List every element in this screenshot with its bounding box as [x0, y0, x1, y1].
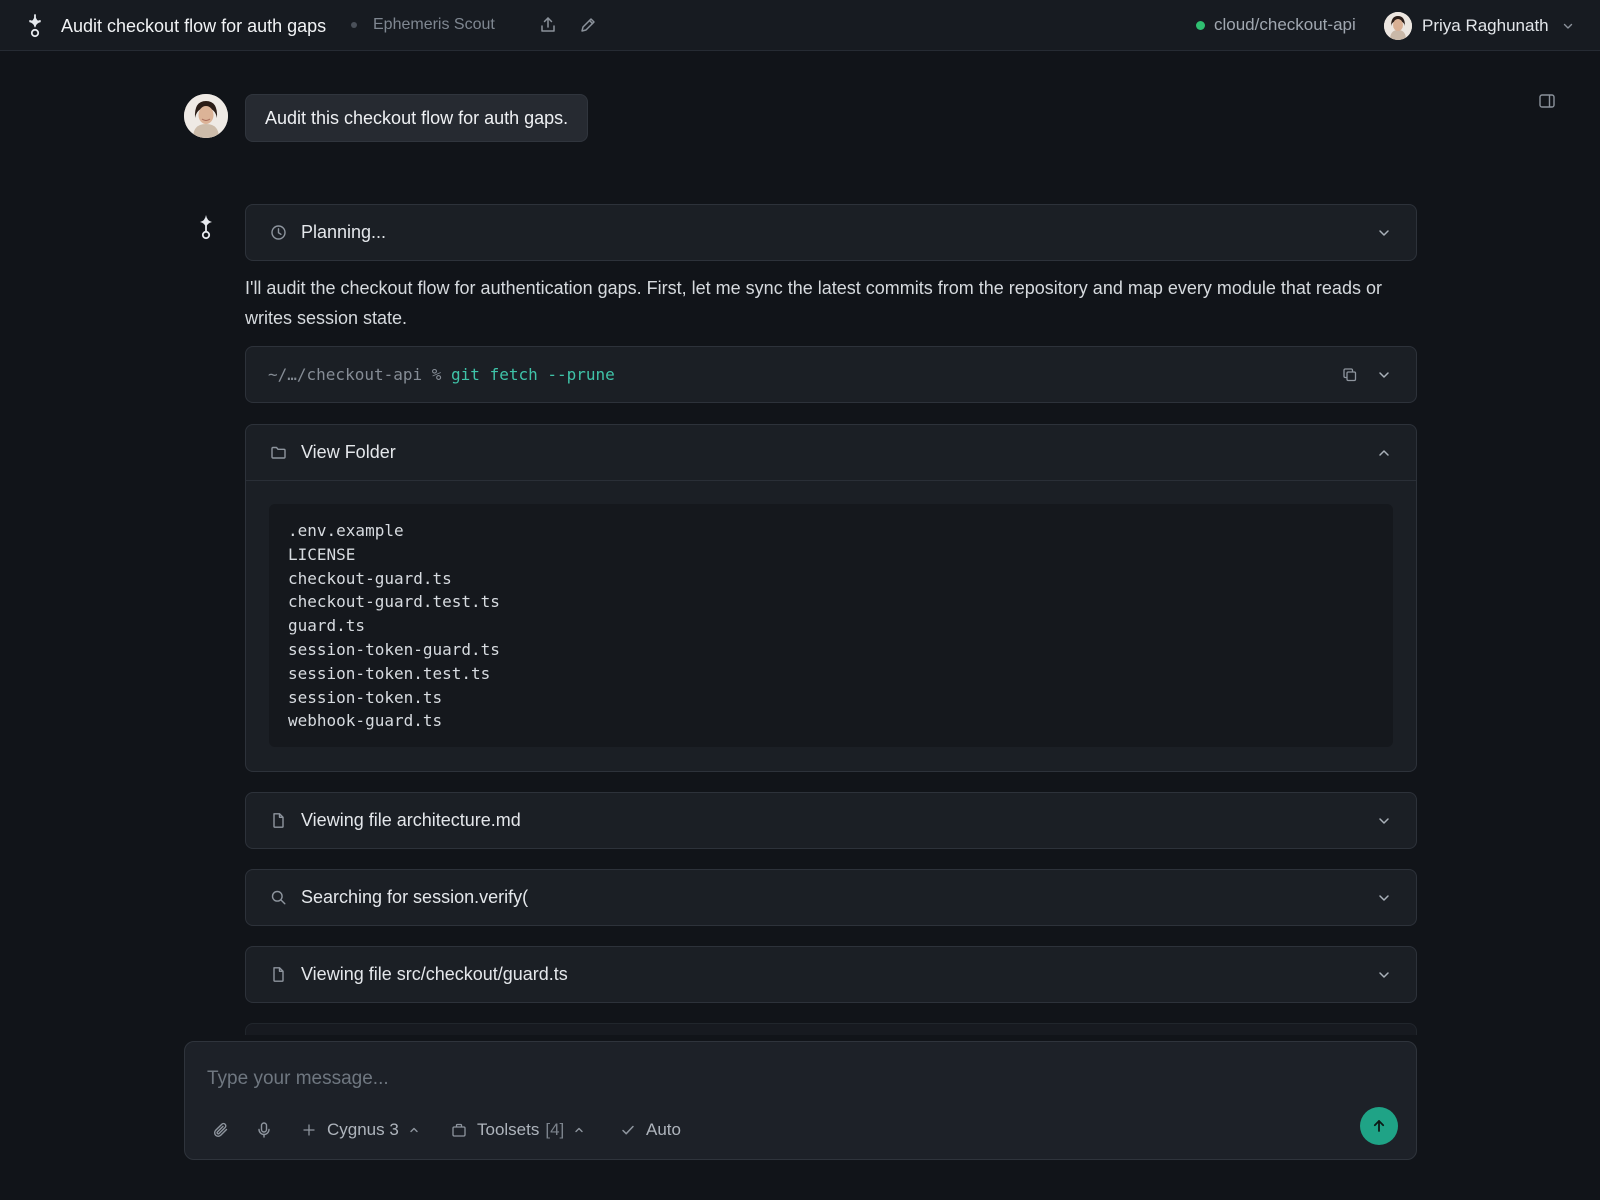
chevron-down-icon: [1376, 890, 1392, 906]
microphone-icon: [255, 1121, 273, 1139]
file-list-item: .env.example: [288, 521, 404, 540]
top-bar: Audit checkout flow for auth gaps Epheme…: [0, 0, 1600, 51]
model-selector[interactable]: Cygnus 3: [300, 1120, 420, 1140]
toolsets-count: [4]: [545, 1120, 565, 1139]
agent-name: Ephemeris Scout: [373, 16, 495, 33]
message-input[interactable]: [207, 1062, 1387, 1096]
app-logo-icon[interactable]: [24, 14, 46, 38]
arrow-up-icon: [1371, 1118, 1387, 1134]
message-composer: Cygnus 3 Toolsets [4] Auto: [184, 1041, 1417, 1160]
file-list-item: session-token.test.ts: [288, 663, 491, 683]
chevron-up-icon: [408, 1124, 420, 1136]
chevron-down-icon: [1376, 225, 1392, 241]
view-folder-step[interactable]: View Folder .env.example LICENSE checkou…: [245, 424, 1417, 772]
search-step-label: Searching for session.verify(: [301, 887, 529, 907]
folder-file-list: .env.example LICENSE checkout-guard.ts c…: [269, 504, 1393, 748]
terminal-command-header[interactable]: ~/…/checkout-api % git fetch --prune: [246, 347, 1416, 402]
command-prompt: ~/…/checkout-api %: [268, 365, 442, 384]
chevron-down-icon: [1376, 967, 1392, 983]
search-step-header[interactable]: Searching for session.verify(: [246, 870, 1416, 925]
assistant-message-text: I'll audit the checkout flow for authent…: [245, 278, 1382, 328]
share-icon[interactable]: [539, 16, 557, 34]
search-icon: [270, 889, 287, 906]
edit-pencil-icon[interactable]: [579, 16, 597, 34]
environment-status-dot: [1196, 21, 1205, 30]
chevron-up-icon: [1376, 445, 1392, 461]
user-menu[interactable]: Priya Raghunath: [1384, 11, 1575, 41]
planning-step[interactable]: Planning...: [245, 204, 1417, 261]
paperclip-icon: [212, 1121, 230, 1139]
user-name: Priya Raghunath: [1422, 16, 1549, 35]
copy-icon[interactable]: [1342, 367, 1358, 383]
user-message-bubble: Audit this checkout flow for auth gaps.: [245, 94, 589, 142]
planning-label: Planning...: [301, 222, 387, 242]
file-icon: [270, 812, 287, 829]
file-list-item: webhook-guard.ts: [288, 711, 443, 731]
file-list-item: checkout-guard.ts: [288, 568, 452, 588]
auto-mode-toggle[interactable]: Auto: [619, 1120, 681, 1140]
microphone-button[interactable]: [255, 1120, 273, 1140]
chevron-down-icon: [1376, 367, 1392, 383]
file-list-item: LICENSE: [288, 544, 356, 564]
check-icon: [619, 1121, 637, 1139]
environment-label[interactable]: cloud/checkout-api: [1214, 15, 1356, 35]
model-name: Cygnus 3: [327, 1120, 399, 1139]
title-separator-dot: [351, 22, 357, 28]
side-panel-toggle-icon[interactable]: [1538, 92, 1556, 110]
view-architecture-step[interactable]: Viewing file architecture.md: [245, 792, 1417, 849]
user-message-avatar: [184, 94, 228, 138]
chevron-down-icon: [1561, 19, 1575, 33]
clock-icon: [270, 224, 287, 241]
conversation-title: Audit checkout flow for auth gaps: [61, 16, 327, 36]
toolsets-selector[interactable]: Toolsets [4]: [450, 1120, 585, 1140]
divider: [246, 480, 1416, 481]
terminal-command-step[interactable]: ~/…/checkout-api % git fetch --prune: [245, 346, 1417, 403]
view-guard-step[interactable]: Viewing file src/checkout/guard.ts: [245, 946, 1417, 1003]
file-list-item: session-token-guard.ts: [288, 639, 500, 659]
file-list-item: guard.ts: [288, 616, 366, 636]
view-folder-label: View Folder: [301, 442, 396, 462]
auto-mode-label: Auto: [646, 1120, 681, 1139]
toolsets-label: Toolsets: [477, 1120, 540, 1139]
next-step-card-partial: [245, 1023, 1417, 1035]
file-list-item: checkout-guard.test.ts: [288, 592, 500, 612]
view-folder-header[interactable]: View Folder: [246, 425, 1416, 480]
command-text: git fetch --prune: [451, 365, 615, 384]
view-architecture-header[interactable]: Viewing file architecture.md: [246, 793, 1416, 848]
planning-step-header[interactable]: Planning...: [246, 205, 1416, 260]
chevron-down-icon: [1376, 813, 1392, 829]
chevron-up-icon: [573, 1124, 585, 1136]
send-button[interactable]: [1360, 1107, 1398, 1145]
sparkle-icon: [300, 1121, 318, 1139]
user-avatar: [1384, 12, 1412, 40]
file-list-item: session-token.ts: [288, 687, 443, 707]
view-architecture-label: Viewing file architecture.md: [301, 810, 521, 830]
file-icon: [270, 966, 287, 983]
assistant-logo-icon: [195, 214, 217, 240]
view-guard-label: Viewing file src/checkout/guard.ts: [301, 964, 568, 984]
briefcase-icon: [450, 1121, 468, 1139]
folder-icon: [270, 444, 287, 461]
attach-button[interactable]: [212, 1120, 230, 1140]
view-guard-header[interactable]: Viewing file src/checkout/guard.ts: [246, 947, 1416, 1002]
search-step[interactable]: Searching for session.verify(: [245, 869, 1417, 926]
